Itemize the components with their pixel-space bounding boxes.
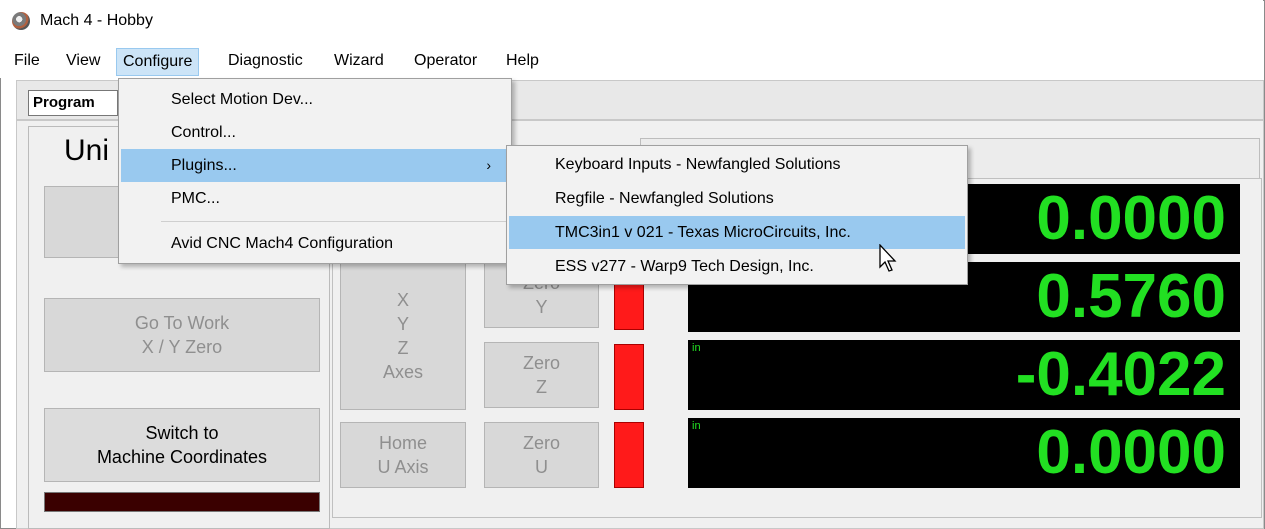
- configure-dropdown-menu: Select Motion Dev... Control... Plugins.…: [118, 78, 512, 264]
- mach4-app-icon: [12, 12, 30, 30]
- go-to-work-zero-button[interactable]: Go To Work X / Y Zero: [44, 298, 320, 372]
- dro-u-display[interactable]: in 0.0000: [688, 418, 1240, 488]
- axes-x-label: X: [396, 290, 409, 310]
- switch-machine-coords-button[interactable]: Switch to Machine Coordinates: [44, 408, 320, 482]
- units-label: Uni: [64, 134, 110, 167]
- zero-z-button[interactable]: Zero Z: [484, 342, 599, 408]
- zero-z-axis-label: Z: [536, 377, 547, 397]
- menu-view[interactable]: View: [62, 52, 104, 70]
- axis-u-led: [614, 422, 644, 488]
- menu-item-avid-cnc-config[interactable]: Avid CNC Mach4 Configuration: [121, 227, 509, 260]
- menu-item-plugins[interactable]: Plugins... ›: [121, 149, 509, 182]
- go-to-work-label: Go To Work: [134, 313, 230, 333]
- window-title: Mach 4 - Hobby: [40, 12, 153, 29]
- axis-z-led: [614, 344, 644, 410]
- status-indicator-bar: [44, 492, 320, 512]
- mouse-cursor-icon: [879, 244, 897, 272]
- axes-z-label: Z: [397, 338, 409, 358]
- menu-separator: [161, 221, 507, 222]
- title-bar: [0, 0, 1263, 44]
- menu-item-select-motion-dev[interactable]: Select Motion Dev...: [121, 83, 509, 116]
- home-label: Home: [378, 433, 427, 453]
- menu-wizard[interactable]: Wizard: [330, 52, 388, 70]
- dro-x-value: 0.0000: [1036, 184, 1226, 253]
- submenu-arrow-icon: ›: [486, 157, 491, 173]
- menu-configure[interactable]: Configure: [116, 48, 200, 76]
- zero-u-label: Zero: [522, 433, 560, 453]
- dro-y-value: 0.5760: [1036, 262, 1226, 331]
- dro-u-unit: in: [692, 420, 701, 432]
- menu-bar: File View Configure Diagnostic Wizard Op…: [0, 44, 1263, 78]
- dro-z-value: -0.4022: [1015, 340, 1226, 409]
- axes-y-label: Y: [396, 314, 409, 334]
- home-u-axis-button[interactable]: Home U Axis: [340, 422, 466, 488]
- menu-help[interactable]: Help: [502, 52, 543, 70]
- dro-u-value: 0.0000: [1036, 418, 1226, 487]
- machine-coordinates-label: Machine Coordinates: [96, 447, 268, 467]
- zero-y-axis-label: Y: [535, 297, 548, 317]
- zero-u-axis-label: U: [535, 457, 548, 477]
- home-xyz-axes-button[interactable]: X Y Z Axes: [340, 262, 466, 410]
- menu-item-pmc[interactable]: PMC...: [121, 182, 509, 215]
- zero-z-label: Zero: [522, 353, 560, 373]
- menu-file[interactable]: File: [10, 52, 44, 70]
- go-to-work-sublabel: X / Y Zero: [141, 337, 223, 357]
- switch-to-label: Switch to: [145, 423, 219, 443]
- plugin-regfile[interactable]: Regfile - Newfangled Solutions: [509, 182, 965, 215]
- dro-z-display[interactable]: in -0.4022: [688, 340, 1240, 410]
- menu-item-control[interactable]: Control...: [121, 116, 509, 149]
- menu-operator[interactable]: Operator: [410, 52, 481, 70]
- zero-u-button[interactable]: Zero U: [484, 422, 599, 488]
- plugin-keyboard-inputs[interactable]: Keyboard Inputs - Newfangled Solutions: [509, 148, 965, 181]
- dro-z-unit: in: [692, 342, 701, 354]
- tab-program[interactable]: Program: [28, 90, 118, 116]
- axes-label: Axes: [382, 362, 424, 382]
- menu-diagnostic[interactable]: Diagnostic: [224, 52, 307, 70]
- u-axis-label: U Axis: [377, 457, 429, 477]
- menu-item-plugins-label: Plugins...: [171, 157, 237, 174]
